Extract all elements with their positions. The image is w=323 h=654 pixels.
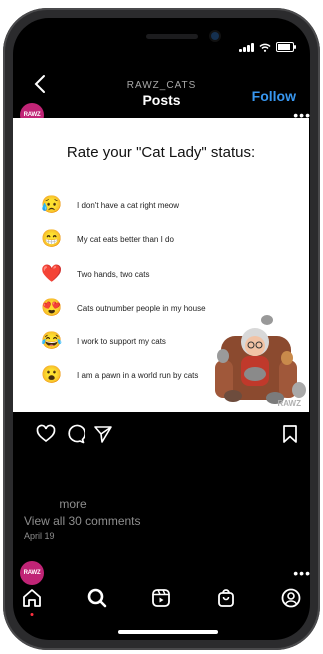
option-text: I work to support my cats bbox=[77, 336, 166, 346]
save-button[interactable] bbox=[280, 424, 300, 444]
comment-button[interactable] bbox=[65, 424, 87, 444]
caption-more-link[interactable]: more bbox=[59, 497, 86, 511]
profile-icon bbox=[281, 588, 301, 608]
nav-reels[interactable] bbox=[149, 586, 173, 610]
cat-lady-illustration bbox=[215, 315, 306, 404]
laughing-face-icon: 😂 bbox=[41, 331, 63, 350]
nav-shop[interactable] bbox=[214, 586, 238, 610]
ellipsis-icon: ••• bbox=[293, 565, 311, 581]
battery-icon bbox=[276, 42, 296, 52]
red-heart-icon: ❤️ bbox=[41, 264, 63, 283]
wifi-icon bbox=[259, 43, 271, 52]
nav-search[interactable] bbox=[85, 586, 109, 610]
option-row: ❤️ Two hands, two cats bbox=[41, 263, 149, 285]
caption-username[interactable]: rawz_cats bbox=[24, 467, 81, 481]
status-bar bbox=[239, 42, 296, 52]
post-actions bbox=[0, 424, 323, 448]
post-date: April 19 bbox=[24, 531, 55, 541]
more-options-button[interactable]: ••• bbox=[293, 565, 311, 581]
heart-icon bbox=[36, 424, 56, 443]
nav-profile[interactable] bbox=[279, 586, 303, 610]
signal-icon bbox=[239, 43, 254, 52]
front-camera bbox=[211, 32, 219, 40]
grin-face-icon: 😁 bbox=[41, 229, 63, 248]
send-icon bbox=[94, 426, 112, 443]
comment-icon bbox=[68, 424, 87, 444]
likes-count[interactable]: 35 likes bbox=[24, 448, 67, 462]
option-row: 😂 I work to support my cats bbox=[41, 330, 166, 352]
option-row: 😥 I don't have a cat right meow bbox=[41, 194, 179, 216]
watermark-logo: RAWZ bbox=[277, 399, 301, 408]
option-text: I don't have a cat right meow bbox=[77, 200, 180, 210]
notification-dot bbox=[30, 613, 34, 616]
option-row: 😮 I am a pawn in a world run by cats bbox=[41, 364, 198, 386]
nav-home[interactable] bbox=[20, 586, 44, 616]
post-username[interactable]: rawz_cats bbox=[52, 566, 109, 580]
option-row: 😍 Cats outnumber people in my house bbox=[41, 297, 206, 319]
option-text: My cat eats better than I do bbox=[77, 234, 174, 244]
search-icon bbox=[87, 588, 107, 608]
surprised-face-icon: 😮 bbox=[41, 365, 63, 384]
option-text: I am a pawn in a world run by cats bbox=[77, 370, 199, 380]
home-indicator bbox=[118, 630, 218, 634]
option-row: 😁 My cat eats better than I do bbox=[41, 228, 174, 250]
post-image[interactable]: Rate your "Cat Lady" status: 😥 I don't h… bbox=[13, 118, 309, 412]
sad-face-icon: 😥 bbox=[41, 195, 63, 214]
avatar[interactable]: RAWZ bbox=[20, 561, 44, 585]
bookmark-icon bbox=[283, 425, 297, 443]
image-title: Rate your "Cat Lady" status: bbox=[66, 144, 256, 161]
option-text: Cats outnumber people in my house bbox=[77, 303, 206, 313]
reels-icon bbox=[152, 589, 171, 607]
bottom-navigation bbox=[0, 583, 323, 616]
heart-eyes-icon: 😍 bbox=[41, 298, 63, 317]
post-caption: rawz_cats Just how "cat lady" are you? D… bbox=[24, 467, 287, 512]
shop-icon bbox=[218, 589, 234, 607]
view-comments-link[interactable]: View all 30 comments bbox=[24, 514, 141, 528]
option-text: Two hands, two cats bbox=[77, 269, 150, 279]
share-button[interactable] bbox=[93, 424, 113, 444]
speaker-grille bbox=[146, 34, 198, 39]
like-button[interactable] bbox=[36, 424, 56, 444]
home-icon bbox=[23, 589, 42, 607]
